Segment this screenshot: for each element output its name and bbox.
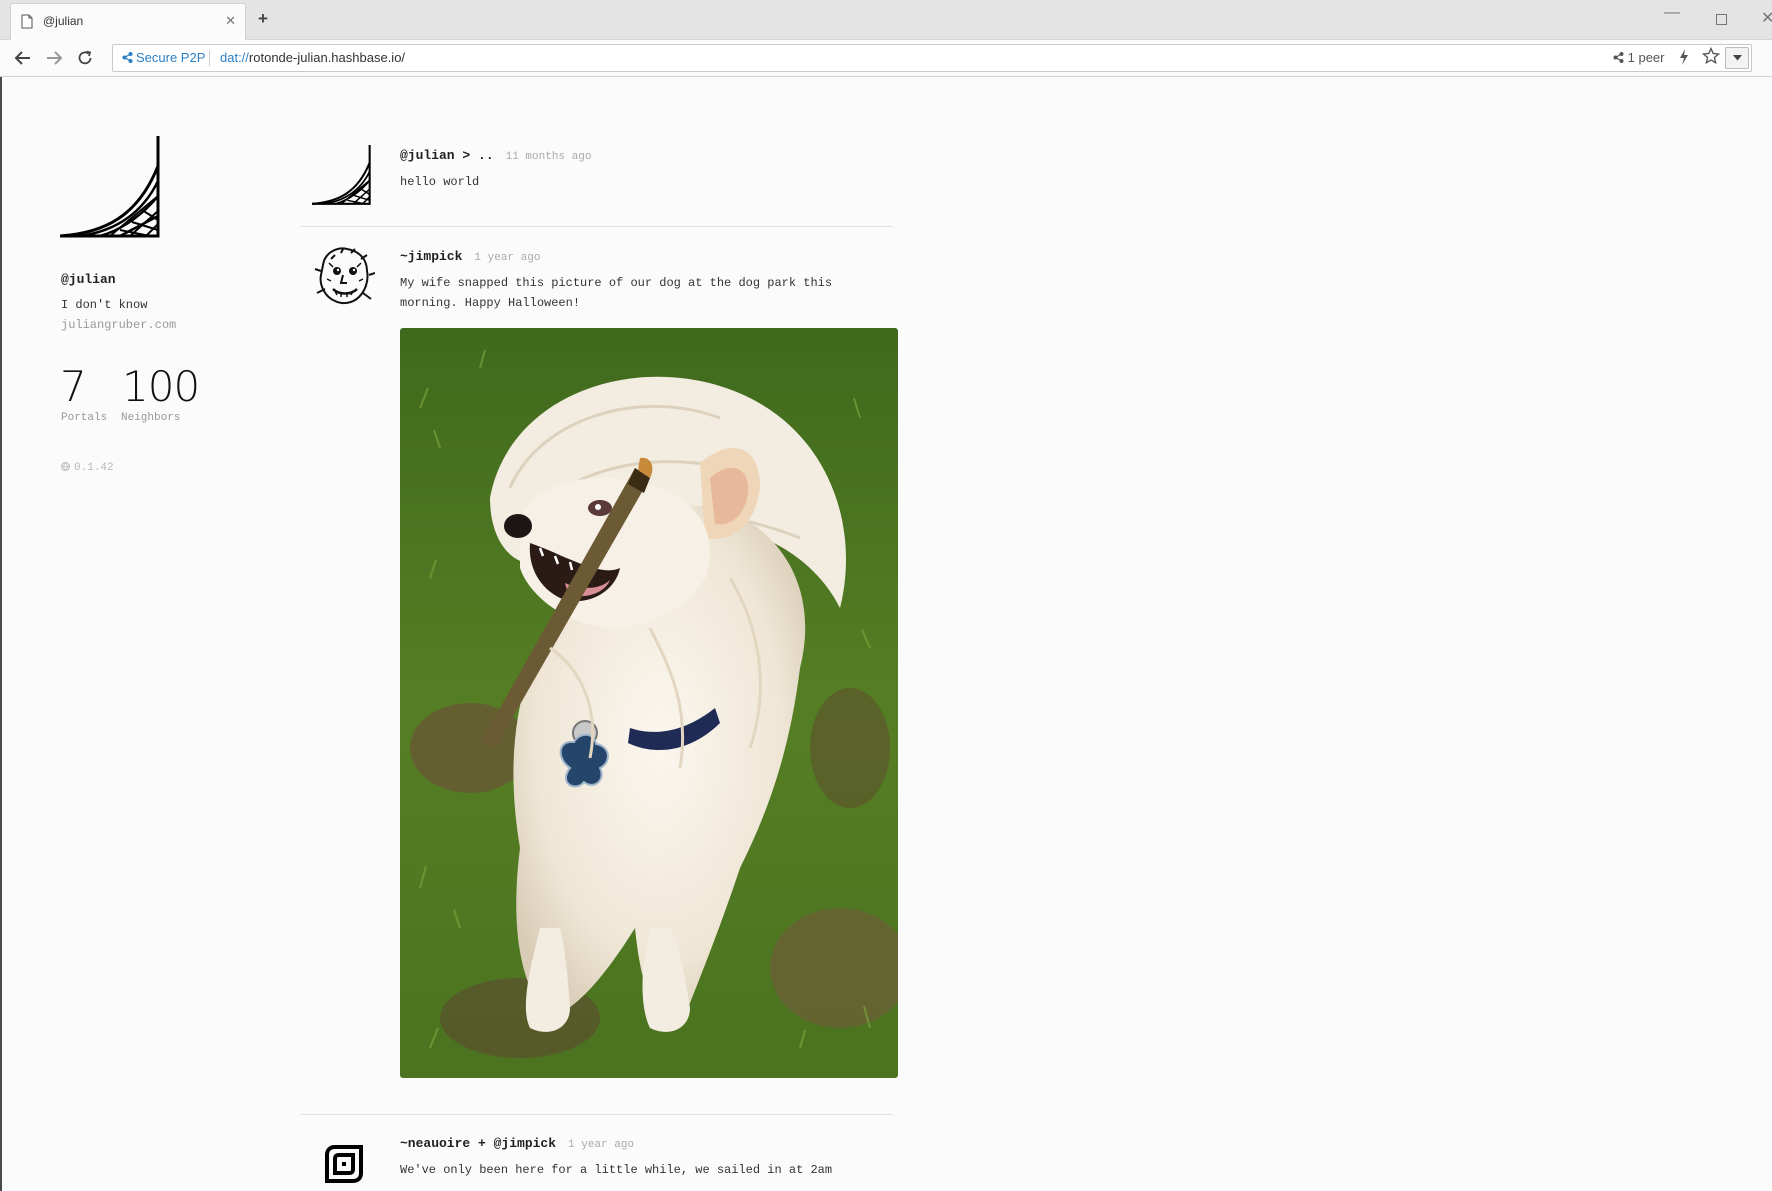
- navigation-toolbar: Secure P2P dat://rotonde-julian.hashbase…: [0, 40, 1772, 77]
- portals-label[interactable]: Portals: [61, 412, 107, 424]
- close-tab-icon[interactable]: ✕: [225, 13, 236, 29]
- post-text: My wife snapped this picture of our dog …: [400, 276, 833, 310]
- peer-count-label: 1 peer: [1627, 50, 1665, 65]
- window-left-edge: [0, 77, 2, 1191]
- post-timestamp[interactable]: 11 months ago: [506, 151, 592, 163]
- post-author[interactable]: ~jimpick: [400, 249, 462, 264]
- menu-dropdown-button[interactable]: [1725, 47, 1749, 69]
- profile-bio: I don't know: [61, 298, 148, 312]
- peer-count[interactable]: 1 peer: [1613, 50, 1665, 65]
- secure-label: Secure P2P: [136, 50, 206, 65]
- page-icon: [21, 14, 33, 29]
- post-author[interactable]: ~neauoire + @jimpick: [400, 1136, 556, 1151]
- reload-icon[interactable]: [76, 49, 94, 67]
- new-tab-button[interactable]: +: [258, 9, 268, 29]
- title-bar: @julian ✕ + — ✕: [0, 0, 1772, 40]
- post-author[interactable]: @julian > ..: [400, 148, 494, 163]
- neighbors-count[interactable]: 100: [122, 362, 200, 411]
- jimpick-avatar-icon[interactable]: [313, 245, 375, 307]
- url-separator: [209, 50, 210, 66]
- neauoire-avatar-icon[interactable]: [323, 1143, 365, 1185]
- peers-share-icon: [1613, 52, 1624, 63]
- profile-name[interactable]: @julian: [61, 272, 116, 287]
- profile-site-link[interactable]: juliangruber.com: [61, 318, 176, 332]
- lightning-icon[interactable]: [1679, 49, 1689, 65]
- portals-count[interactable]: 7: [60, 362, 87, 411]
- post-text: We've only been here for a little while,…: [400, 1163, 833, 1177]
- share-icon: [122, 52, 133, 63]
- post-timestamp[interactable]: 1 year ago: [474, 252, 540, 264]
- forward-arrow-icon[interactable]: [45, 50, 63, 66]
- close-window-icon[interactable]: ✕: [1761, 8, 1772, 28]
- feed-divider: [300, 226, 893, 227]
- chevron-down-icon: [1733, 55, 1742, 61]
- version-label: 0.1.42: [74, 462, 114, 474]
- url-scheme: dat://: [220, 50, 249, 65]
- post-timestamp[interactable]: 1 year ago: [568, 1139, 634, 1151]
- version-info: 0.1.42: [61, 462, 114, 474]
- globe-icon: [61, 462, 70, 471]
- julian-avatar-icon[interactable]: [312, 145, 372, 205]
- post-text: hello world: [400, 175, 480, 189]
- url-text[interactable]: dat://rotonde-julian.hashbase.io/: [220, 50, 405, 65]
- tab-title: @julian: [43, 14, 84, 28]
- post-header: ~jimpick 1 year ago: [400, 249, 540, 264]
- minimize-icon[interactable]: —: [1664, 4, 1680, 22]
- feed-divider: [300, 1114, 893, 1115]
- browser-tab[interactable]: @julian ✕: [10, 3, 246, 40]
- neighbors-label[interactable]: Neighbors: [121, 412, 180, 424]
- profile-logo-icon[interactable]: [60, 136, 162, 238]
- bookmark-star-icon[interactable]: [1702, 47, 1720, 65]
- post-header: ~neauoire + @jimpick 1 year ago: [400, 1136, 634, 1151]
- address-bar[interactable]: Secure P2P dat://rotonde-julian.hashbase…: [112, 44, 1752, 72]
- secure-p2p-indicator[interactable]: Secure P2P: [122, 50, 205, 65]
- maximize-icon[interactable]: [1716, 14, 1727, 25]
- url-host: rotonde-julian.hashbase.io/: [248, 50, 406, 65]
- post-photo-dog[interactable]: [400, 328, 898, 1078]
- back-arrow-icon[interactable]: [14, 50, 32, 66]
- post-header: @julian > .. 11 months ago: [400, 148, 591, 163]
